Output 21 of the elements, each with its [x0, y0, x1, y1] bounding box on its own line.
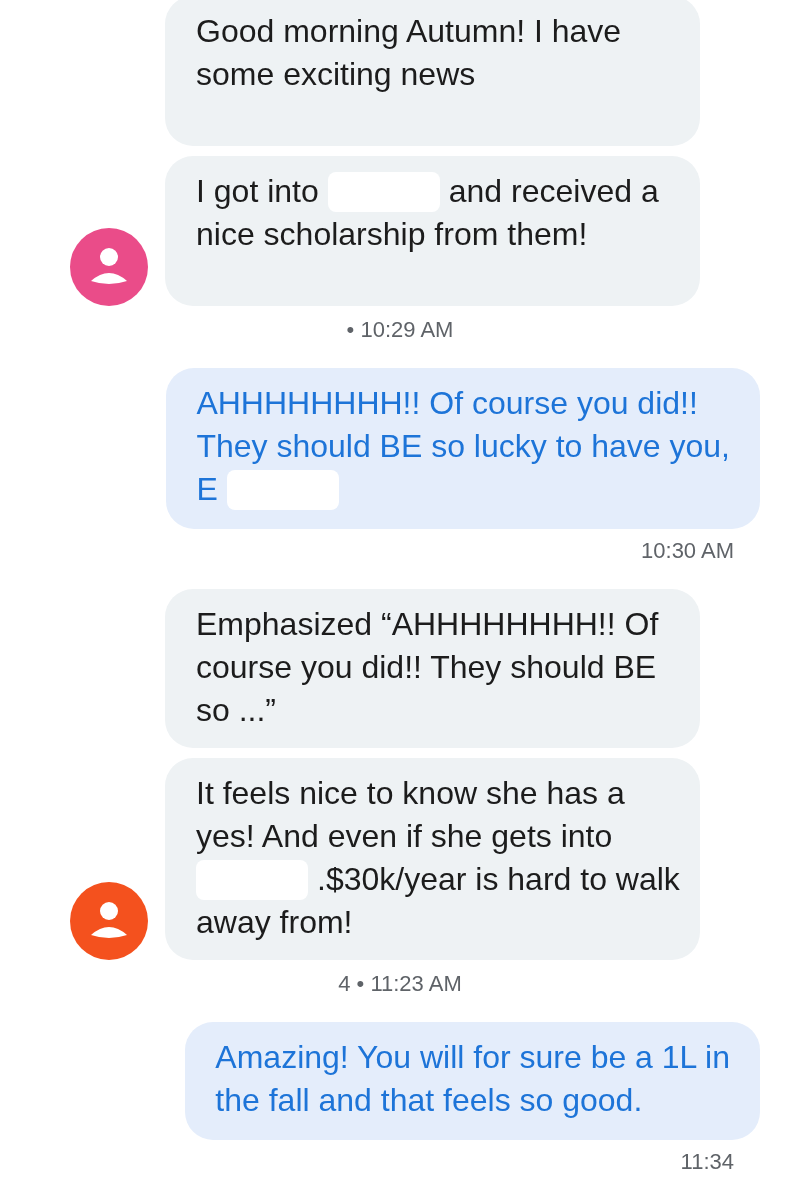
message-text: and received a: [448, 172, 659, 211]
message-text: E: [196, 470, 218, 509]
message-text: It feels nice to know she has a: [196, 774, 625, 813]
timestamp: 4 • 11:23 AM: [337, 970, 463, 998]
message-text: Emphasized “AHHHHHHHH!! Of: [196, 605, 659, 644]
timestamp: 11:34: [679, 1148, 735, 1176]
message-text: yes! And even if she gets into: [196, 817, 613, 856]
message-text: away from!: [196, 903, 353, 942]
timestamp: 10:30 AM: [640, 537, 735, 565]
message-text: AHHHHHHHH!! Of course you did!!: [196, 384, 698, 423]
message-text: course you did!! They should BE: [196, 648, 657, 687]
message-text: nice scholarship from them!: [196, 215, 588, 254]
message-text: some exciting news: [196, 55, 476, 94]
message-text: They should BE so lucky to have you,: [196, 427, 730, 466]
message-text: Amazing! You will for sure be a 1L in: [215, 1038, 730, 1077]
message-text: Good morning Autumn! I have: [196, 12, 622, 51]
timestamp: • 10:29 AM: [345, 316, 455, 344]
message-text: so ...”: [196, 691, 276, 730]
message-text: I got into: [196, 172, 319, 211]
message-text: .$30k/year is hard to walk: [317, 860, 680, 899]
message-text: the fall and that feels so good.: [215, 1081, 643, 1120]
